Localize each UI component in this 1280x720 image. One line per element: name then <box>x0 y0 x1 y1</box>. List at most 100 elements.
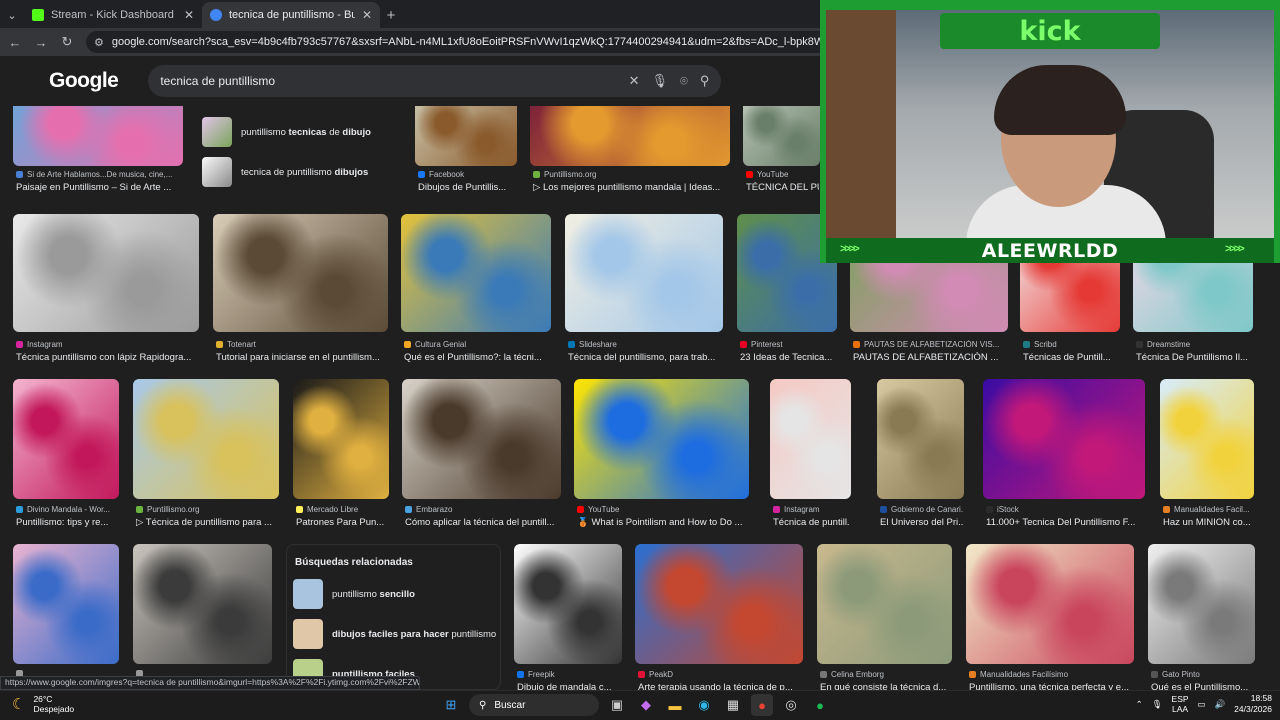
result-title[interactable]: ▷ Los mejores puntillismo mandala | Idea… <box>533 182 729 193</box>
microphone-icon[interactable]: 🎙 <box>651 73 668 89</box>
result-source[interactable]: Embarazo <box>405 505 560 514</box>
clear-search-icon[interactable]: ✕ <box>629 73 640 89</box>
tab-google-search[interactable]: tecnica de puntillismo - Buscar ✕ <box>202 2 380 28</box>
result-source[interactable]: PAUTAS DE ALFABETIZACIÓN VIS... <box>853 340 1007 349</box>
clock[interactable]: 18:58 24/3/2026 <box>1234 693 1272 715</box>
result-source[interactable]: Puntillismo.org <box>136 505 278 514</box>
result-title[interactable]: Técnica De Puntillismo Il... <box>1136 352 1252 363</box>
result-thumbnail[interactable] <box>1160 379 1254 499</box>
spotify-icon[interactable]: ● <box>809 694 831 716</box>
image-result[interactable]: YouTube TÉCNICA DEL PU <box>743 106 820 210</box>
result-title[interactable]: Arte terapia usando la técnica de p... <box>638 682 802 690</box>
result-title[interactable]: Haz un MINION co... <box>1163 517 1253 528</box>
result-thumbnail[interactable] <box>13 214 199 332</box>
search-icon[interactable]: ⚲ <box>700 73 710 89</box>
new-tab-button[interactable]: + <box>380 2 402 28</box>
copilot-icon[interactable]: ◆ <box>635 694 657 716</box>
image-result[interactable]: Gobierno de Canari... El Universo del Pri… <box>877 379 964 543</box>
suggestion-item[interactable]: puntillismo tecnicas de dibujo <box>196 112 401 152</box>
result-source[interactable]: Dreamstime <box>1136 340 1252 349</box>
image-result[interactable]: Slideshare Técnica del puntillismo, para … <box>565 214 723 376</box>
image-result[interactable] <box>133 544 272 690</box>
taskbar-search[interactable]: ⚲ Buscar <box>469 694 599 716</box>
result-thumbnail[interactable] <box>133 379 279 499</box>
result-title[interactable]: Técnica puntillismo con lápiz Rapidogra.… <box>16 352 198 363</box>
result-title[interactable]: PAUTAS DE ALFABETIZACIÓN ... <box>853 352 1007 363</box>
result-thumbnail[interactable] <box>402 379 561 499</box>
result-source[interactable]: Pinterest <box>740 340 836 349</box>
suggestion-item[interactable]: tecnica de puntillismo dibujos <box>196 152 401 192</box>
result-title[interactable]: Técnica del puntillismo, para trab... <box>568 352 722 363</box>
result-title[interactable]: Dibujo de mandala c... <box>517 682 621 690</box>
forward-icon[interactable]: → <box>34 35 48 50</box>
result-title[interactable]: Técnica de puntill... <box>773 517 850 528</box>
result-thumbnail[interactable] <box>133 544 272 664</box>
result-thumbnail[interactable] <box>514 544 622 664</box>
result-source[interactable]: Si de Arte Hablamos...De musica, cine,..… <box>16 170 182 179</box>
result-title[interactable]: Puntillismo, una técnica perfecta y e... <box>969 682 1133 690</box>
image-result[interactable] <box>13 544 119 690</box>
result-source[interactable]: iStock <box>986 505 1144 514</box>
result-source[interactable]: Manualidades Facilísimo <box>969 670 1133 679</box>
result-thumbnail[interactable] <box>530 106 730 166</box>
result-source[interactable]: PeakD <box>638 670 802 679</box>
result-source[interactable]: Totenart <box>216 340 387 349</box>
result-thumbnail[interactable] <box>983 379 1145 499</box>
image-result[interactable]: Facebook Dibujos de Puntillis... <box>415 106 517 210</box>
result-thumbnail[interactable] <box>574 379 749 499</box>
related-item[interactable]: puntillismo sencillo <box>287 574 500 614</box>
result-source[interactable]: YouTube <box>746 170 819 179</box>
result-title[interactable]: Qué es el Puntillismo... <box>1151 682 1254 690</box>
result-title[interactable]: Técnicas de Puntill... <box>1023 352 1119 363</box>
result-thumbnail[interactable] <box>293 379 389 499</box>
result-source[interactable]: Facebook <box>418 170 516 179</box>
image-result[interactable]: Manualidades Facilísimo Puntillismo, una … <box>966 544 1134 690</box>
result-source[interactable]: Divino Mandala - Wor... <box>16 505 118 514</box>
image-result[interactable]: Manualidades Facil... Haz un MINION co... <box>1160 379 1254 543</box>
result-title[interactable]: Puntillismo: tips y re... <box>16 517 118 528</box>
windows-start-icon[interactable]: ⊞ <box>440 694 462 716</box>
image-result[interactable]: Instagram Técnica puntillismo con lápiz R… <box>13 214 199 376</box>
result-thumbnail[interactable] <box>565 214 723 332</box>
result-title[interactable]: 11.000+ Tecnica Del Puntillismo F... <box>986 517 1144 528</box>
image-result[interactable]: Mercado Libre Patrones Para Pun... <box>293 379 389 543</box>
result-thumbnail[interactable] <box>770 379 851 499</box>
image-result[interactable]: Celina Emborg En qué consiste la técnica … <box>817 544 952 690</box>
result-source[interactable]: Gobierno de Canari... <box>880 505 963 514</box>
close-tab-icon[interactable]: ✕ <box>184 8 194 22</box>
back-icon[interactable]: ← <box>8 35 22 50</box>
result-title[interactable]: Qué es el Puntillismo?: la técni... <box>404 352 550 363</box>
result-source[interactable]: Gato Pinto <box>1151 670 1254 679</box>
result-thumbnail[interactable] <box>635 544 803 664</box>
result-thumbnail[interactable] <box>877 379 964 499</box>
store-icon[interactable]: ▦ <box>722 694 744 716</box>
result-title[interactable]: Tutorial para iniciarse en el puntillism… <box>216 352 387 363</box>
result-source[interactable]: Celina Emborg <box>820 670 951 679</box>
image-result[interactable]: Gato Pinto Qué es el Puntillismo... <box>1148 544 1255 690</box>
lens-icon[interactable]: ⌾ <box>680 73 688 89</box>
chrome-icon[interactable]: ● <box>751 694 773 716</box>
result-thumbnail[interactable] <box>13 106 183 166</box>
result-thumbnail[interactable] <box>401 214 551 332</box>
result-title[interactable]: 23 Ideas de Tecnica... <box>740 352 836 363</box>
image-result[interactable]: Totenart Tutorial para iniciarse en el pu… <box>213 214 388 376</box>
result-source[interactable]: Instagram <box>16 340 198 349</box>
monitor-icon[interactable]: ▭ <box>1198 699 1206 710</box>
result-source[interactable]: Instagram <box>773 505 850 514</box>
result-source[interactable]: Puntillismo.org <box>533 170 729 179</box>
result-thumbnail[interactable] <box>1148 544 1255 664</box>
image-result[interactable]: Cultura Genial Qué es el Puntillismo?: la… <box>401 214 551 376</box>
result-thumbnail[interactable] <box>415 106 517 166</box>
image-result[interactable]: Embarazo Cómo aplicar la técnica del punt… <box>402 379 561 543</box>
image-result[interactable]: iStock 11.000+ Tecnica Del Puntillismo F.… <box>983 379 1145 543</box>
result-source[interactable]: YouTube <box>577 505 748 514</box>
result-thumbnail[interactable] <box>817 544 952 664</box>
result-source[interactable]: Manualidades Facil... <box>1163 505 1253 514</box>
result-source[interactable]: Freepik <box>517 670 621 679</box>
result-source[interactable]: Slideshare <box>568 340 722 349</box>
image-result[interactable]: PeakD Arte terapia usando la técnica de p… <box>635 544 803 690</box>
tray-chevron-icon[interactable]: ⌃ <box>1136 699 1143 710</box>
result-title[interactable]: Dibujos de Puntillis... <box>418 182 516 193</box>
language-indicator[interactable]: ESP LAA <box>1172 694 1189 714</box>
result-title[interactable]: El Universo del Pri... <box>880 517 963 528</box>
